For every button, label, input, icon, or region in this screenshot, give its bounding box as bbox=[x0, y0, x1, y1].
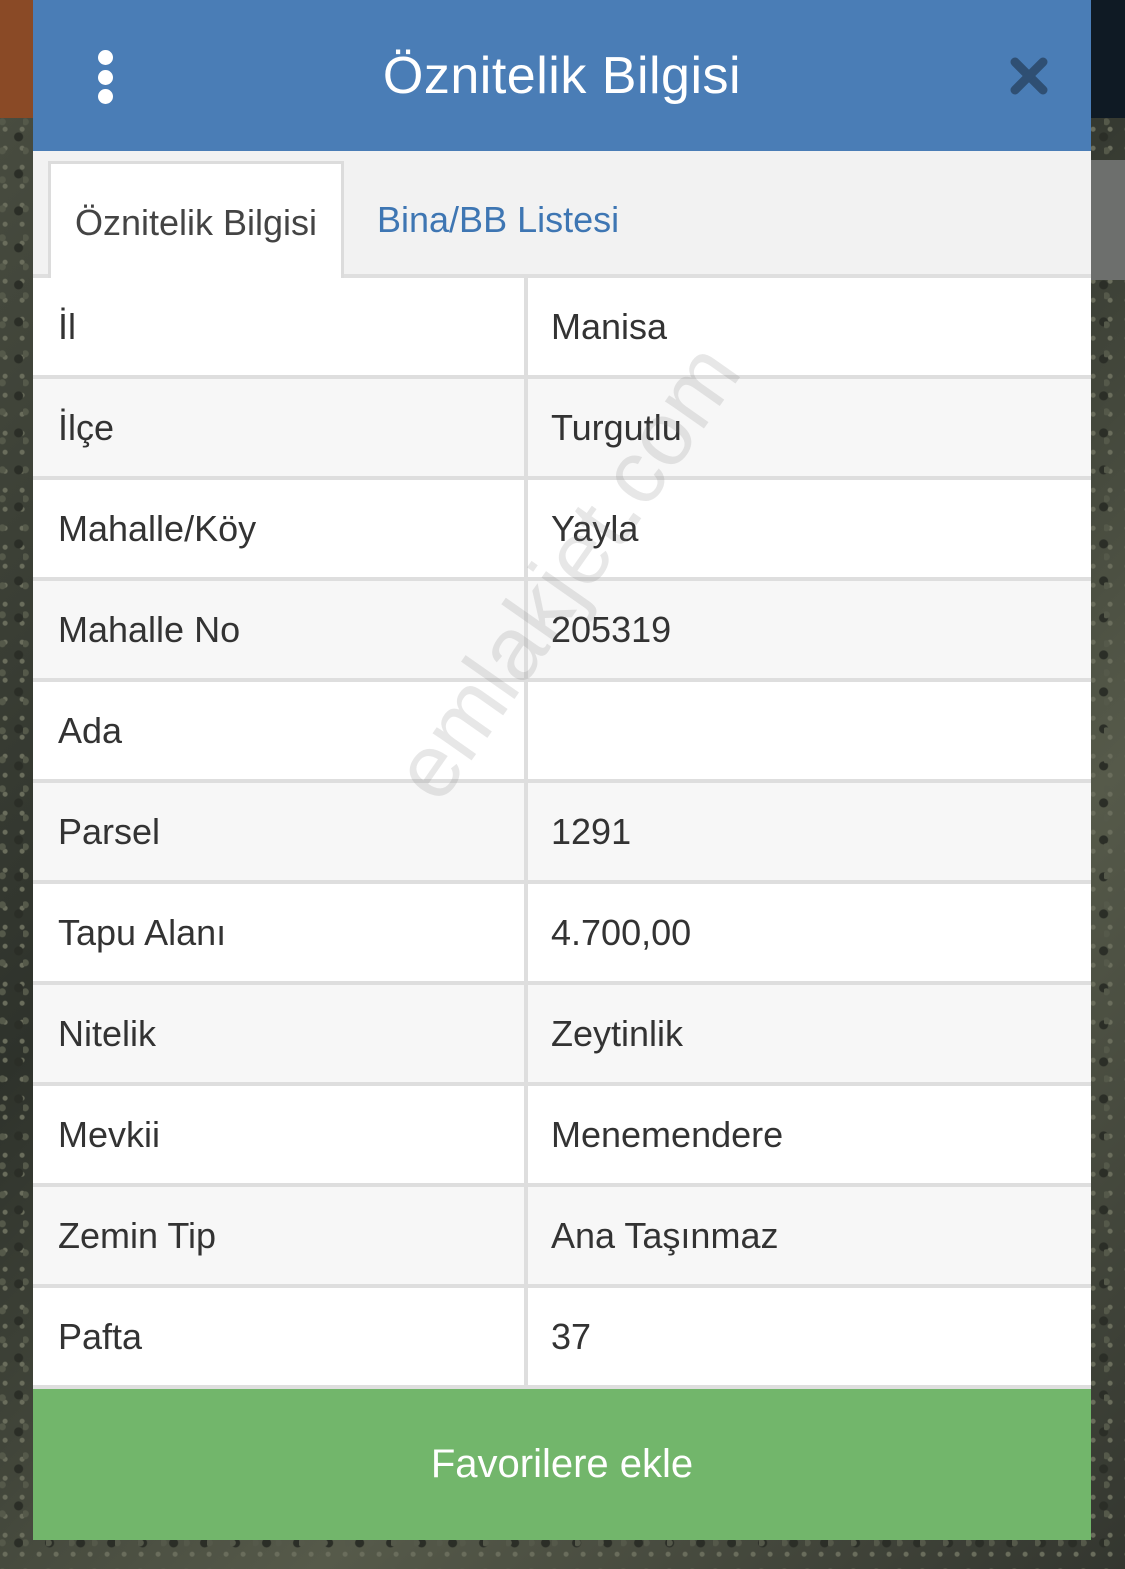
attribute-label: Mahalle No bbox=[33, 581, 528, 678]
table-row: Mahalle/Köy Yayla bbox=[33, 480, 1091, 581]
attribute-label: Tapu Alanı bbox=[33, 884, 528, 981]
tab-bar: Öznitelik Bilgisi Bina/BB Listesi bbox=[33, 151, 1091, 282]
more-vertical-icon[interactable] bbox=[95, 50, 115, 104]
attribute-label: İlçe bbox=[33, 379, 528, 476]
table-row: Pafta 37 bbox=[33, 1288, 1091, 1389]
map-tile bbox=[0, 0, 33, 118]
add-to-favorites-button[interactable]: Favorilere ekle bbox=[33, 1389, 1091, 1540]
attribute-value: Manisa bbox=[551, 305, 668, 347]
dialog-title: Öznitelik Bilgisi bbox=[382, 46, 742, 105]
tab-attribute-info[interactable]: Öznitelik Bilgisi bbox=[48, 161, 344, 282]
map-control bbox=[1091, 160, 1125, 280]
table-row: Mevkii Menemendere bbox=[33, 1086, 1091, 1187]
attribute-table: İl Manisa İlçe Turgutlu Mahalle/Köy Yayla Maha… bbox=[33, 278, 1091, 1389]
dialog-header: Öznitelik Bilgisi bbox=[33, 0, 1091, 151]
attribute-dialog: Öznitelik Bilgisi Öznitelik Bilgisi Bina… bbox=[33, 0, 1091, 1540]
attribute-label: Parsel bbox=[33, 783, 528, 880]
attribute-value: Ana Taşınmaz bbox=[551, 1214, 779, 1256]
attribute-value: Menemendere bbox=[551, 1113, 784, 1155]
attribute-label: Mevkii bbox=[33, 1086, 528, 1183]
attribute-label: İl bbox=[33, 278, 528, 375]
attribute-label: Mahalle/Köy bbox=[33, 480, 528, 577]
table-row: Nitelik Zeytinlik bbox=[33, 985, 1091, 1086]
table-row: İlçe Turgutlu bbox=[33, 379, 1091, 480]
map-tile bbox=[1091, 0, 1125, 118]
attribute-value: 4.700,00 bbox=[551, 911, 692, 953]
attribute-value bbox=[528, 682, 1091, 779]
table-row: Parsel 1291 bbox=[33, 783, 1091, 884]
attribute-value: Zeytinlik bbox=[551, 1012, 684, 1054]
table-row: Mahalle No 205319 bbox=[33, 581, 1091, 682]
attribute-value: Turgutlu bbox=[551, 406, 682, 448]
close-icon[interactable] bbox=[1007, 54, 1051, 98]
attribute-value: Yayla bbox=[551, 507, 639, 549]
attribute-value: 205319 bbox=[551, 608, 672, 650]
table-row: Tapu Alanı 4.700,00 bbox=[33, 884, 1091, 985]
tab-building-list[interactable]: Bina/BB Listesi bbox=[365, 161, 665, 278]
table-row: İl Manisa bbox=[33, 278, 1091, 379]
attribute-value: 1291 bbox=[551, 810, 632, 852]
table-row: Ada bbox=[33, 682, 1091, 783]
attribute-label: Nitelik bbox=[33, 985, 528, 1082]
attribute-label: Pafta bbox=[33, 1288, 528, 1385]
attribute-value: 37 bbox=[551, 1315, 592, 1357]
attribute-label: Ada bbox=[33, 682, 528, 779]
attribute-label: Zemin Tip bbox=[33, 1187, 528, 1284]
table-row: Zemin Tip Ana Taşınmaz bbox=[33, 1187, 1091, 1288]
